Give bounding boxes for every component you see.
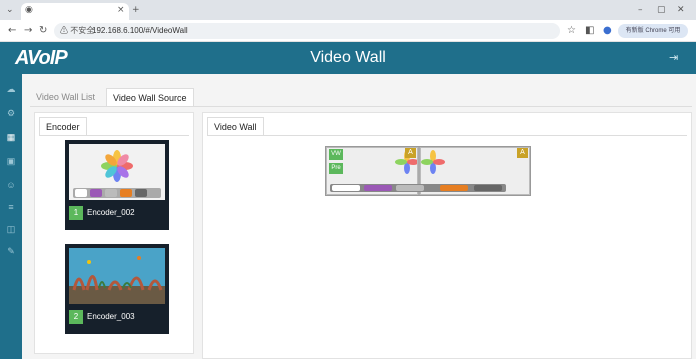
tools-icon[interactable]: ✎: [0, 246, 22, 256]
app-header: AVoIP Video Wall ⇥: [0, 42, 696, 74]
main-content: Video Wall List Video Wall Source Encode…: [22, 74, 696, 359]
sidepanel-icon[interactable]: ◧: [585, 25, 594, 37]
tab-encoder[interactable]: Encoder: [39, 117, 87, 135]
forward-icon[interactable]: →: [24, 25, 32, 37]
back-icon[interactable]: ←: [8, 25, 16, 37]
cloud-icon[interactable]: ☁: [0, 84, 22, 94]
wall-dock-bar: [330, 184, 506, 192]
page-title: Video Wall: [310, 49, 386, 66]
tab-video-wall-source[interactable]: Video Wall Source: [106, 88, 194, 106]
close-window-icon[interactable]: ✕: [677, 4, 685, 16]
tab-divider: [30, 106, 692, 107]
encoder-card[interactable]: 2 Encoder_003: [65, 244, 169, 334]
reload-icon[interactable]: ↻: [39, 25, 47, 37]
vw-button[interactable]: VW: [329, 149, 343, 160]
panel-divider: [39, 135, 189, 136]
browser-tabstrip: ⌄ ◉ × + – ▢ ✕: [0, 0, 696, 20]
video-wall-layout[interactable]: VW Pre A A: [325, 146, 531, 196]
panel-divider: [207, 135, 687, 136]
logout-icon[interactable]: ⇥: [669, 52, 678, 64]
address-bar[interactable]: ⚠ 不安全 192.168.6.100/#/VideoWall: [54, 23, 560, 39]
restore-icon[interactable]: ▢: [657, 4, 666, 16]
encoder-name: Encoder_002: [87, 208, 135, 217]
encoder-preview: [69, 144, 165, 200]
audio-badge-right[interactable]: A: [517, 148, 528, 158]
user-icon[interactable]: ☺: [0, 180, 22, 190]
grid-icon[interactable]: ▦: [0, 132, 22, 142]
encoder-name: Encoder_003: [87, 312, 135, 321]
wall-icon[interactable]: ◫: [0, 224, 22, 234]
address-row: ← → ↻ ⚠ 不安全 192.168.6.100/#/VideoWall ☆ …: [0, 20, 696, 42]
encoder-panel: Encoder 1 Encoder_002 2 Encoder_003: [34, 112, 194, 354]
close-tab-icon[interactable]: ×: [117, 4, 125, 16]
encoder-index: 1: [69, 206, 83, 220]
minimize-icon[interactable]: –: [638, 4, 643, 16]
bookmark-star-icon[interactable]: ☆: [567, 25, 576, 37]
browser-tab[interactable]: ◉ ×: [21, 3, 129, 20]
encoder-card[interactable]: 1 Encoder_002: [65, 140, 169, 230]
aquarium-image: [69, 248, 165, 304]
display-icon[interactable]: ▣: [0, 156, 22, 166]
sidebar: ☁ ⚙ ▦ ▣ ☺ ≡ ◫ ✎: [0, 74, 22, 359]
security-warning[interactable]: ⚠ 不安全: [60, 25, 94, 37]
preview-button[interactable]: Pre: [329, 163, 343, 174]
tab-video-wall-list[interactable]: Video Wall List: [30, 88, 101, 106]
encoder-index: 2: [69, 310, 83, 324]
new-tab-icon[interactable]: +: [132, 4, 140, 16]
dock-bar: [73, 188, 161, 198]
encoder-preview: [69, 248, 165, 304]
chrome-update-button[interactable]: 有新版 Chrome 可用: [618, 24, 688, 38]
profile-icon[interactable]: ●: [603, 25, 612, 37]
settings-icon[interactable]: ⚙: [0, 108, 22, 118]
url-text[interactable]: 192.168.6.100/#/VideoWall: [92, 25, 188, 37]
tab-video-wall[interactable]: Video Wall: [207, 117, 264, 135]
audio-badge-left[interactable]: A: [405, 148, 416, 158]
tab-search-icon[interactable]: ⌄: [6, 4, 14, 16]
list-icon[interactable]: ≡: [0, 202, 22, 212]
favicon-icon: ◉: [25, 5, 33, 15]
